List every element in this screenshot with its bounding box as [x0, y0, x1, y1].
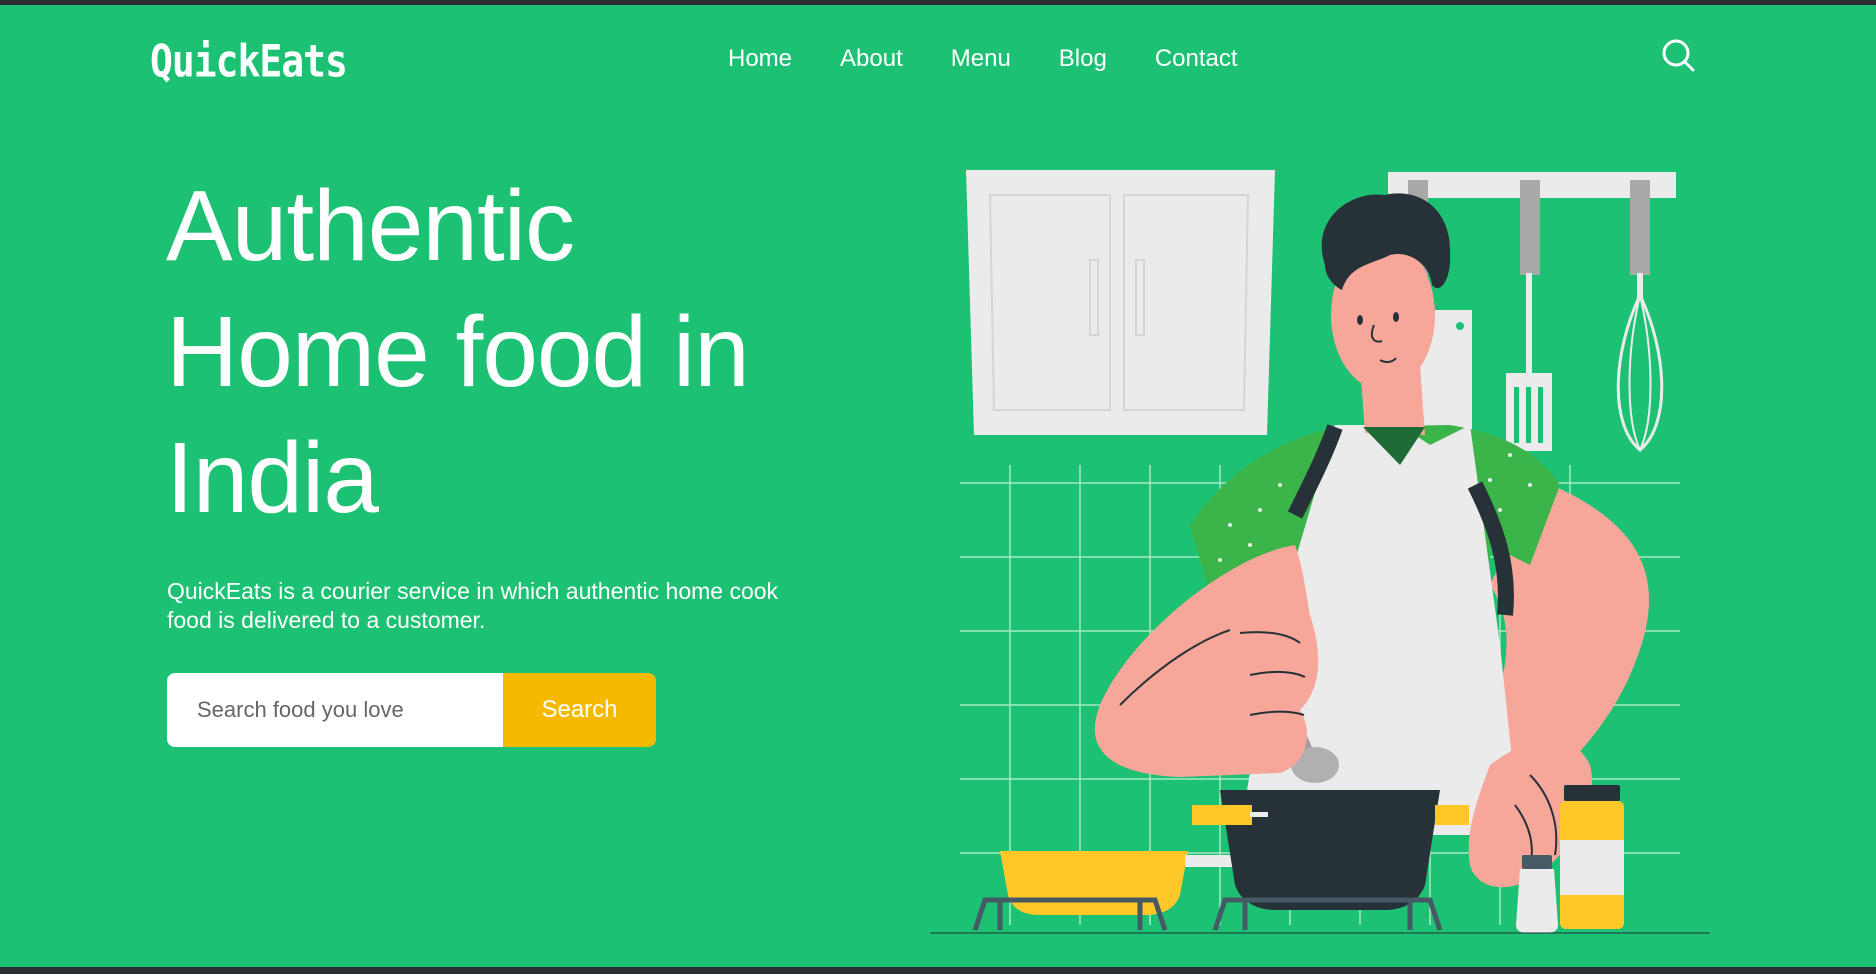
food-search-form: Search [167, 673, 656, 747]
hero-description: QuickEats is a courier service in which … [167, 578, 779, 633]
search-icon[interactable] [1658, 35, 1698, 75]
food-search-input[interactable] [167, 673, 503, 747]
nav-home[interactable]: Home [728, 45, 792, 73]
landing-page: QuickEats Home About Menu Blog Contact A… [0, 5, 1876, 967]
nav-contact[interactable]: Contact [1155, 45, 1238, 73]
headline-line-3: India [166, 422, 379, 534]
brand-logo[interactable]: QuickEats [150, 35, 348, 87]
nav-about[interactable]: About [840, 45, 903, 73]
headline-line-2: Home food in [166, 296, 750, 408]
headline-line-1: Authentic [166, 170, 575, 282]
wall-cabinet [966, 170, 1275, 435]
search-button[interactable]: Search [503, 673, 656, 747]
cooking-pot [1192, 790, 1469, 910]
main-nav: Home About Menu Blog Contact [728, 45, 1238, 73]
frying-pan [1000, 851, 1245, 915]
hero-headline: Authentic Home food in India [166, 163, 846, 541]
nav-menu[interactable]: Menu [951, 45, 1011, 73]
chef-cooking-illustration [930, 170, 1710, 934]
nav-blog[interactable]: Blog [1059, 45, 1107, 73]
